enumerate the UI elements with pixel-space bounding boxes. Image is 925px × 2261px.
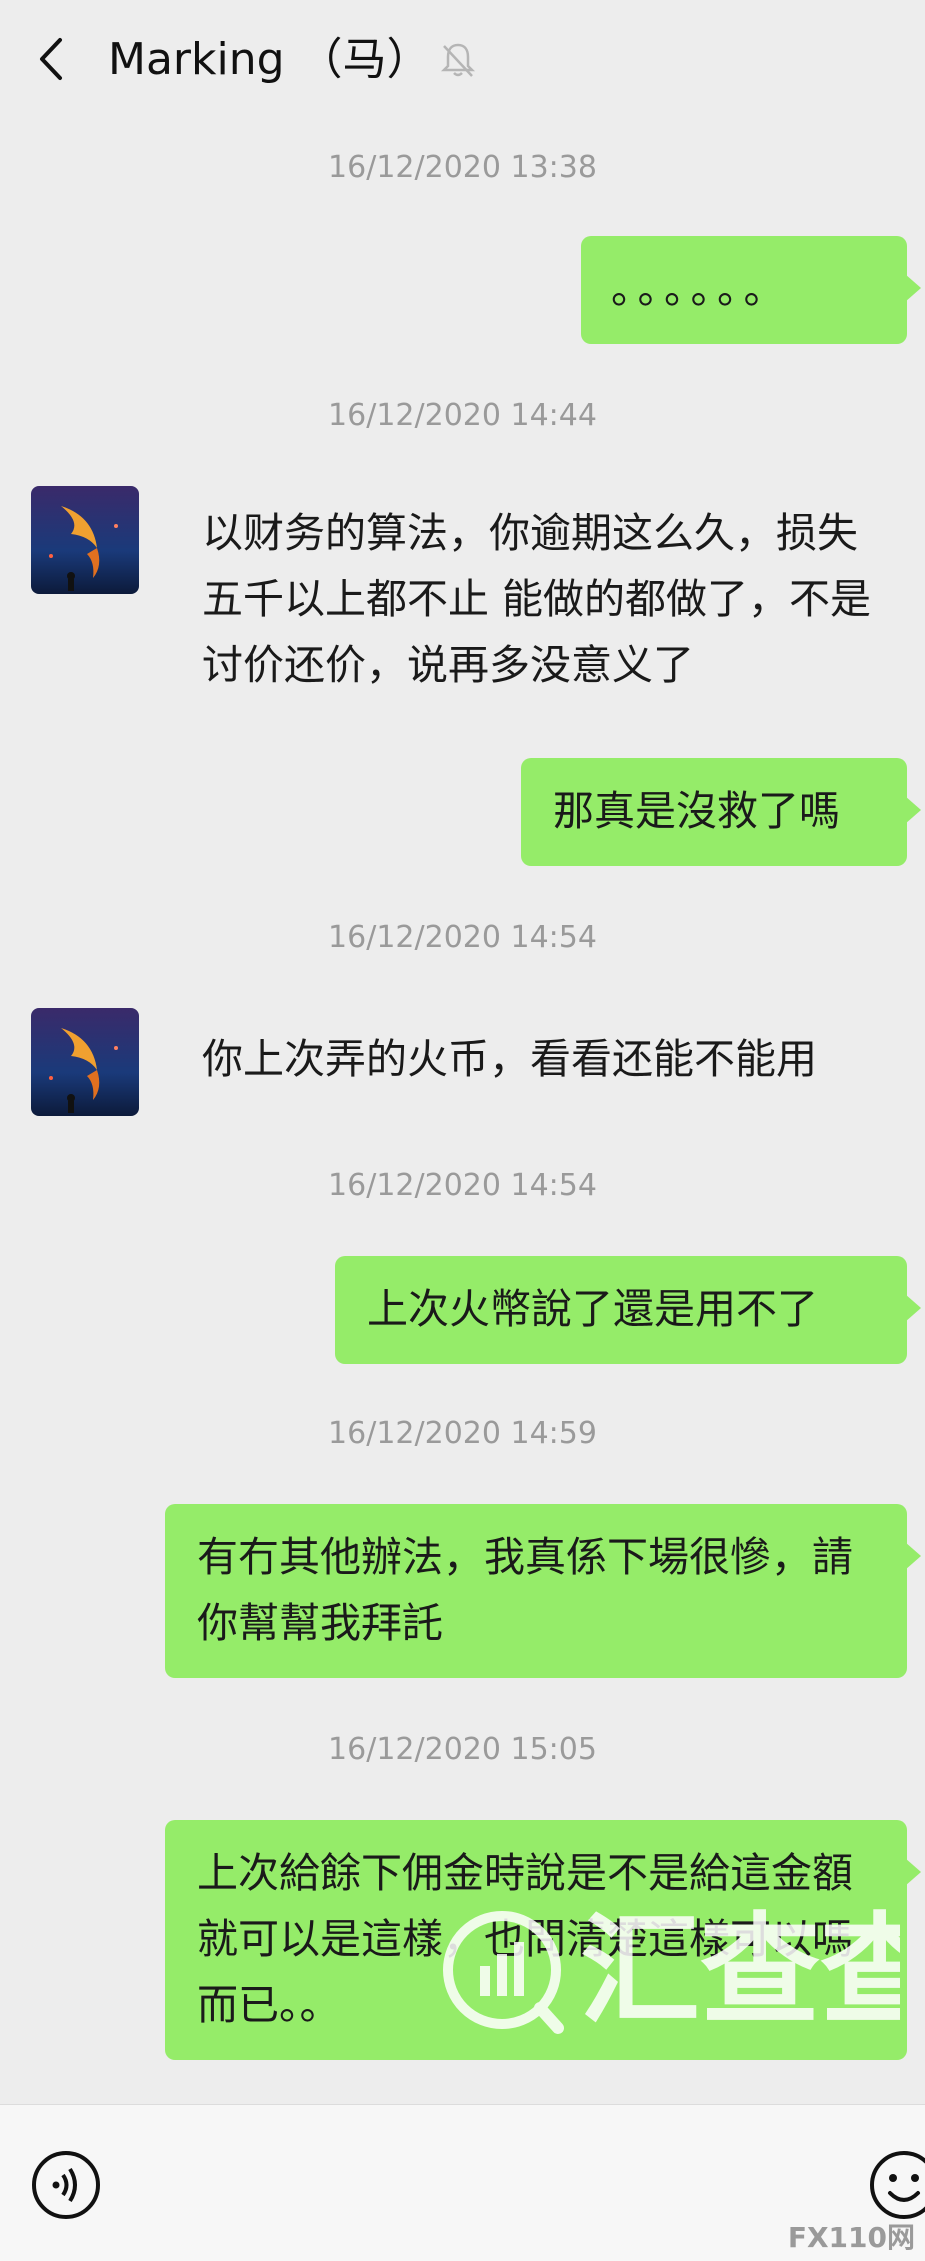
chat-area[interactable]: 16/12/2020 13:38 。。。。。。 16/12/2020 14:44… — [0, 122, 925, 2104]
chat-header: Marking （马） — [0, 0, 925, 122]
message-bubble-outgoing[interactable]: 上次火幣說了還是用不了 — [335, 1256, 921, 1364]
timestamp: 16/12/2020 14:54 — [328, 920, 597, 955]
timestamp: 16/12/2020 15:05 — [328, 1732, 597, 1767]
voice-icon[interactable] — [30, 2149, 102, 2221]
avatar[interactable] — [31, 486, 139, 594]
back-icon[interactable] — [30, 34, 80, 84]
timestamp: 16/12/2020 14:44 — [328, 398, 597, 433]
message-bubble-outgoing[interactable]: 有冇其他辦法，我真係下場很慘，請你幫幫我拜託 — [165, 1504, 921, 1678]
message-bubble-outgoing[interactable]: 那真是沒救了嗎 — [521, 758, 921, 866]
input-toolbar — [0, 2104, 925, 2261]
chat-title: Marking （马） — [108, 34, 431, 85]
message-bubble-incoming[interactable]: 你上次弄的火币，看看还能不能用 — [180, 1020, 900, 1100]
message-bubble-incoming[interactable]: 以财务的算法，你逾期这么久，损失五千以上都不止 能做的都做了，不是讨价还价，说再… — [180, 494, 900, 704]
timestamp: 16/12/2020 13:38 — [328, 150, 597, 185]
message-bubble-outgoing[interactable]: 。。。。。。 — [581, 236, 921, 344]
emoji-icon[interactable] — [868, 2149, 925, 2221]
watermark-text: 汇查查 — [580, 1902, 900, 2041]
corner-logo: FX110网 — [787, 2221, 915, 2254]
timestamp: 16/12/2020 14:54 — [328, 1168, 597, 1203]
timestamp: 16/12/2020 14:59 — [328, 1416, 597, 1451]
mute-icon — [440, 43, 476, 77]
avatar[interactable] — [31, 1008, 139, 1116]
watermark: 汇查查 — [443, 1902, 900, 2041]
